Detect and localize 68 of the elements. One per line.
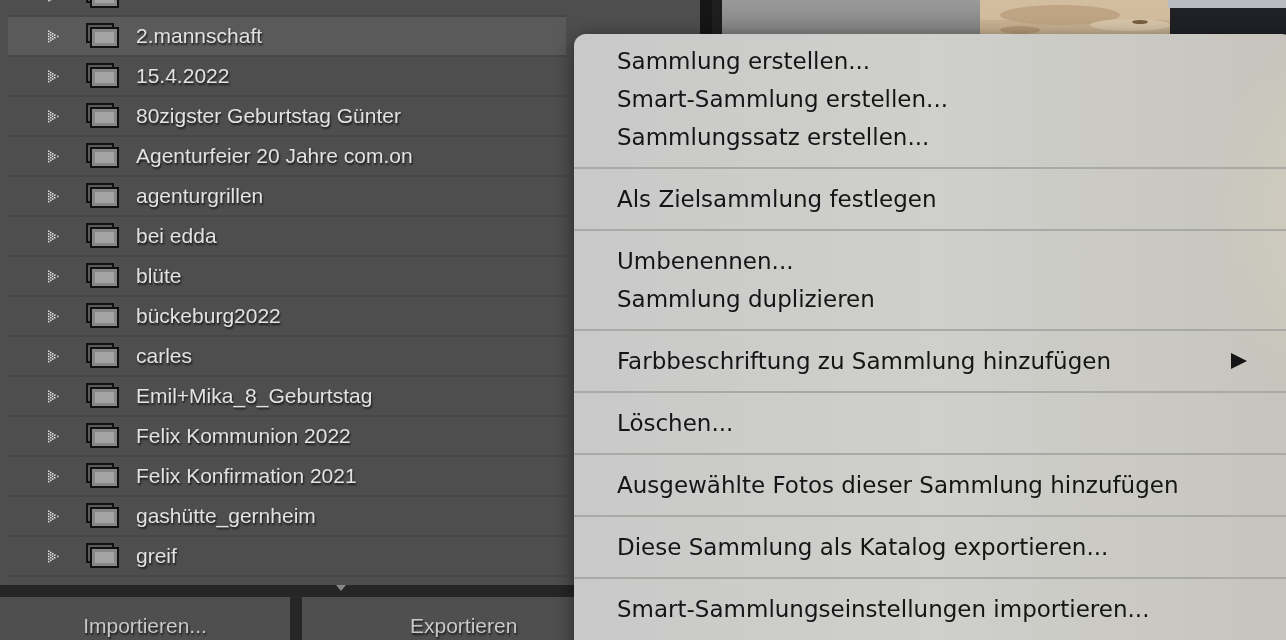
collection-item[interactable]: Agenturfeier 20 Jahre com.on xyxy=(8,137,566,177)
collection-name: greif xyxy=(136,544,177,568)
collection-icon xyxy=(86,143,120,169)
collection-icon xyxy=(86,63,120,89)
collection-item[interactable]: 2.mannschaft xyxy=(8,17,566,57)
collection-icon xyxy=(86,223,120,249)
dotted-triangle-icon[interactable] xyxy=(47,429,61,443)
collection-name: Felix Konfirmation 2021 xyxy=(136,464,357,488)
menu-item[interactable]: Sammlung erstellen... xyxy=(574,42,1224,80)
menu-item[interactable]: Löschen... xyxy=(574,404,1224,442)
collection-name: 15.4.2022 xyxy=(136,64,230,88)
dotted-triangle-icon[interactable] xyxy=(47,109,61,123)
menu-item[interactable]: Diese Sammlung als Katalog exportieren... xyxy=(574,528,1224,566)
menu-item[interactable]: Smart-Sammlung erstellen... xyxy=(574,80,1224,118)
dotted-triangle-icon[interactable] xyxy=(47,549,61,563)
collection-item[interactable]: bei edda xyxy=(8,217,566,257)
collection-icon xyxy=(86,503,120,529)
dotted-triangle-icon[interactable] xyxy=(47,149,61,163)
menu-item[interactable]: Als Zielsammlung festlegen xyxy=(574,180,1224,218)
dotted-triangle-icon[interactable] xyxy=(47,229,61,243)
dotted-triangle-icon[interactable] xyxy=(47,29,61,43)
collection-item[interactable]: 80zigster Geburtstag Günter xyxy=(8,97,566,137)
dotted-triangle-icon[interactable] xyxy=(47,309,61,323)
collection-item[interactable]: 15.4.2022 xyxy=(8,57,566,97)
collection-name: bei edda xyxy=(136,224,217,248)
collection-icon xyxy=(86,423,120,449)
menu-item[interactable]: Sammlung duplizieren xyxy=(574,280,1224,318)
collection-item[interactable]: Felix Kommunion 2022 xyxy=(8,417,566,457)
dotted-triangle-icon[interactable] xyxy=(47,69,61,83)
collection-icon xyxy=(86,183,120,209)
collection-name: blüte xyxy=(136,264,182,288)
collection-item[interactable]: carles xyxy=(8,337,566,377)
menu-item[interactable]: Ausgewählte Fotos dieser Sammlung hinzufügen xyxy=(574,466,1224,504)
collection-name: carles xyxy=(136,344,193,368)
import-button[interactable]: Importieren... xyxy=(0,597,290,640)
collection-name: 2.mannschaft xyxy=(136,24,263,48)
menu-item[interactable]: Umbenennen... xyxy=(574,242,1224,280)
collection-name: Felix Kommunion 2022 xyxy=(136,424,351,448)
dotted-triangle-icon[interactable] xyxy=(47,389,61,403)
dotted-triangle-icon[interactable] xyxy=(47,189,61,203)
collection-icon xyxy=(86,103,120,129)
dotted-triangle-icon[interactable] xyxy=(47,349,61,363)
collection-icon xyxy=(86,303,120,329)
collection-item[interactable]: Emil+Mika_8_Geburtstag xyxy=(8,377,566,417)
collection-name: agenturgrillen xyxy=(136,184,264,208)
collection-item[interactable]: blüte xyxy=(8,257,566,297)
collection-icon xyxy=(86,383,120,409)
collection-item[interactable]: bückeburg2022 xyxy=(8,297,566,337)
collapse-arrow-icon[interactable] xyxy=(336,585,346,591)
dotted-triangle-icon[interactable] xyxy=(47,269,61,283)
collection-item[interactable]: gashütte_gernheim xyxy=(8,497,566,537)
collection-name: Agenturfeier 20 Jahre com.on xyxy=(136,144,413,168)
collection-icon xyxy=(86,543,120,569)
dotted-triangle-icon[interactable] xyxy=(47,509,61,523)
menu-item[interactable]: Sammlungssatz erstellen... xyxy=(574,118,1224,156)
collection-item[interactable]: greif xyxy=(8,537,566,577)
collection-icon xyxy=(86,463,120,489)
collection-name: bückeburg2022 xyxy=(136,304,281,328)
collection-item[interactable]: agenturgrillen xyxy=(8,177,566,217)
collection-name: gashütte_gernheim xyxy=(136,504,316,528)
collection-icon xyxy=(86,343,120,369)
collection-item[interactable]: Felix Konfirmation 2021 xyxy=(8,457,566,497)
dotted-triangle-icon[interactable] xyxy=(47,469,61,483)
collection-icon xyxy=(86,23,120,49)
collection-name: Emil+Mika_8_Geburtstag xyxy=(136,384,373,408)
collection-icon xyxy=(86,263,120,289)
menu-item[interactable]: Farbbeschriftung zu Sammlung hinzufügen xyxy=(574,342,1224,380)
collection-name: 80zigster Geburtstag Günter xyxy=(136,104,401,128)
